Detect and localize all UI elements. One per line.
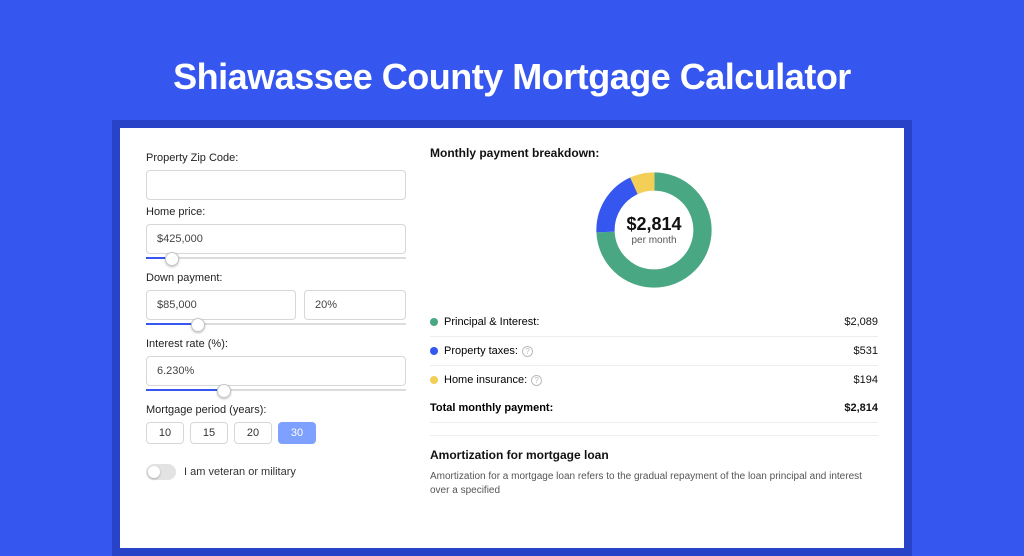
home-price-label: Home price: bbox=[146, 206, 406, 218]
slider-line bbox=[146, 257, 406, 259]
breakdown-row: Property taxes:? $531 bbox=[430, 337, 878, 366]
total-row: Total monthly payment: $2,814 bbox=[430, 394, 878, 423]
veteran-row: I am veteran or military bbox=[146, 464, 406, 480]
help-icon[interactable]: ? bbox=[531, 375, 542, 386]
breakdown-row: Principal & Interest: $2,089 bbox=[430, 308, 878, 337]
breakdown-title: Monthly payment breakdown: bbox=[430, 146, 878, 160]
legend-dot bbox=[430, 318, 438, 326]
donut-amount: $2,814 bbox=[626, 214, 681, 235]
slider-knob[interactable] bbox=[191, 318, 205, 332]
breakdown-row-value: $194 bbox=[854, 374, 878, 386]
input-column: Property Zip Code: Home price: Down paym… bbox=[146, 146, 406, 548]
amortization-title: Amortization for mortgage loan bbox=[430, 448, 878, 462]
breakdown-list: Principal & Interest: $2,089 Property taxe… bbox=[430, 308, 878, 394]
total-label: Total monthly payment: bbox=[430, 402, 553, 414]
breakdown-row-label: Home insurance:? bbox=[430, 374, 542, 386]
veteran-label: I am veteran or military bbox=[184, 466, 296, 478]
breakdown-row-value: $2,089 bbox=[844, 316, 878, 328]
breakdown-row: Home insurance:? $194 bbox=[430, 366, 878, 394]
slider-knob[interactable] bbox=[217, 384, 231, 398]
period-button-row: 10 15 20 30 bbox=[146, 422, 406, 444]
period-button-15[interactable]: 15 bbox=[190, 422, 228, 444]
donut-sub: per month bbox=[631, 235, 676, 246]
legend-dot bbox=[430, 376, 438, 384]
breakdown-row-label: Property taxes:? bbox=[430, 345, 533, 357]
breakdown-column: Monthly payment breakdown: $2,814 per mo… bbox=[430, 146, 878, 548]
amortization-text: Amortization for a mortgage loan refers … bbox=[430, 470, 878, 498]
panel-frame: Property Zip Code: Home price: Down paym… bbox=[112, 120, 912, 556]
home-price-input[interactable] bbox=[146, 224, 406, 254]
amortization-section: Amortization for mortgage loan Amortizat… bbox=[430, 435, 878, 498]
period-button-10[interactable]: 10 bbox=[146, 422, 184, 444]
legend-dot bbox=[430, 347, 438, 355]
interest-rate-input[interactable] bbox=[146, 356, 406, 386]
slider-fill bbox=[146, 389, 224, 391]
breakdown-row-value: $531 bbox=[854, 345, 878, 357]
help-icon[interactable]: ? bbox=[522, 346, 533, 357]
hero: Shiawassee County Mortgage Calculator bbox=[0, 0, 1024, 98]
down-payment-slider[interactable] bbox=[146, 318, 406, 332]
interest-rate-label: Interest rate (%): bbox=[146, 338, 406, 350]
home-price-slider[interactable] bbox=[146, 252, 406, 266]
down-payment-pct-input[interactable] bbox=[304, 290, 406, 320]
down-payment-input[interactable] bbox=[146, 290, 296, 320]
payment-donut-chart: $2,814 per month bbox=[590, 166, 718, 294]
period-button-20[interactable]: 20 bbox=[234, 422, 272, 444]
down-payment-label: Down payment: bbox=[146, 272, 406, 284]
interest-rate-slider[interactable] bbox=[146, 384, 406, 398]
zip-label: Property Zip Code: bbox=[146, 152, 406, 164]
slider-knob[interactable] bbox=[165, 252, 179, 266]
period-label: Mortgage period (years): bbox=[146, 404, 406, 416]
zip-input[interactable] bbox=[146, 170, 406, 200]
calculator-panel: Property Zip Code: Home price: Down paym… bbox=[120, 128, 904, 548]
veteran-toggle[interactable] bbox=[146, 464, 176, 480]
breakdown-row-label: Principal & Interest: bbox=[430, 316, 539, 328]
donut-center: $2,814 per month bbox=[590, 166, 718, 294]
total-value: $2,814 bbox=[844, 402, 878, 414]
period-button-30[interactable]: 30 bbox=[278, 422, 316, 444]
page-title: Shiawassee County Mortgage Calculator bbox=[0, 56, 1024, 98]
